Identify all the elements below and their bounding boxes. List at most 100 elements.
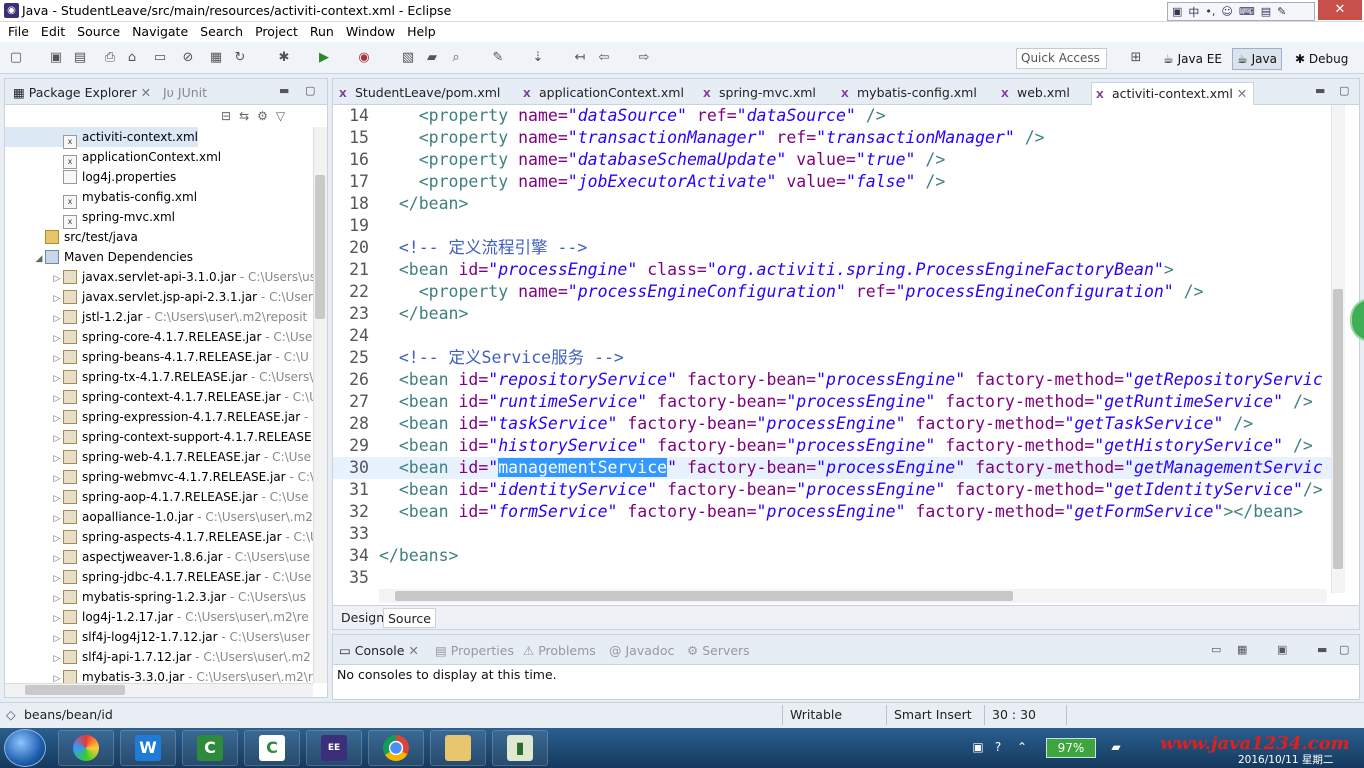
tray-help-icon[interactable]: ? [990, 740, 1006, 756]
taskbar-app-recorder[interactable]: ▮ [492, 730, 548, 766]
tree-item[interactable]: src/test/java [5, 227, 138, 247]
code-area[interactable]: 14 <property name="dataSource" ref="data… [333, 105, 1331, 593]
close-tab-icon[interactable]: ✕ [1237, 86, 1247, 101]
tab-servers[interactable]: ⚙ Servers [685, 641, 752, 661]
code-line[interactable]: 22 <property name="processEngineConfigur… [333, 281, 1331, 303]
expand-arrow-icon[interactable]: ▷ [51, 429, 63, 449]
expand-arrow-icon[interactable]: ▷ [51, 369, 63, 389]
perspective-java-ee[interactable]: ☕ Java EE [1158, 48, 1227, 70]
code-line[interactable]: 31 <bean id="identityService" factory-be… [333, 479, 1331, 501]
code-line[interactable]: 20 <!-- 定义流程引擎 --> [333, 237, 1331, 259]
code-line[interactable]: 17 <property name="jobExecutorActivate" … [333, 171, 1331, 193]
menu-navigate[interactable]: Navigate [126, 22, 194, 42]
open-console-icon[interactable]: ▦ [1237, 644, 1249, 656]
code-line[interactable]: 25 <!-- 定义Service服务 --> [333, 347, 1331, 369]
tree-item[interactable]: x applicationContext.xml [5, 147, 221, 169]
expand-arrow-icon[interactable]: ▷ [51, 549, 63, 569]
editor-tab-pom[interactable]: X StudentLeave/pom.xml [335, 82, 506, 104]
link-editor-icon[interactable]: ⇆ [239, 109, 257, 123]
expand-arrow-icon[interactable]: ▷ [51, 309, 63, 329]
code-line[interactable]: 23 </bean> [333, 303, 1331, 325]
expand-arrow-icon[interactable]: ◢ [33, 249, 45, 269]
expand-arrow-icon[interactable]: ▷ [51, 609, 63, 629]
menu-window[interactable]: Window [340, 22, 401, 42]
tree-item[interactable]: ▷ javax.servlet.jsp-api-2.3.1.jar - C:\Us… [5, 287, 313, 307]
tab-javadoc[interactable]: @ Javadoc [607, 641, 676, 661]
tree-horizontal-scroll-thumb[interactable] [25, 685, 125, 695]
expand-arrow-icon[interactable]: ▷ [51, 349, 63, 369]
expand-arrow-icon[interactable]: ▷ [51, 669, 63, 683]
minimize-icon[interactable]: ▬ [279, 85, 291, 97]
tab-problems[interactable]: ⚠ Problems [521, 641, 598, 661]
perspective-debug[interactable]: ✱ Debug [1290, 48, 1353, 70]
code-line[interactable]: 28 <bean id="taskService" factory-bean="… [333, 413, 1331, 435]
ime-toolbar[interactable]: ▣ 中 •, ☺ ⌨ ▤ ✎ [1167, 2, 1315, 21]
perspective-java[interactable]: ☕ Java [1232, 48, 1282, 70]
print-icon[interactable]: ⎙ [102, 50, 118, 66]
tree-item[interactable]: ▷ spring-jdbc-4.1.7.RELEASE.jar - C:\Use [5, 567, 311, 587]
taskbar-app-explorer[interactable] [430, 730, 486, 766]
new-package-icon[interactable]: ▧ [400, 50, 416, 66]
display-console-icon[interactable]: ▭ [1211, 644, 1223, 656]
debug-icon[interactable]: ✱ [276, 50, 292, 66]
ime-punct-icon[interactable]: •, [1205, 5, 1215, 18]
code-line[interactable]: 15 <property name="transactionManager" r… [333, 127, 1331, 149]
tree-item[interactable]: ▷ slf4j-log4j12-1.7.12.jar - C:\Users\use… [5, 627, 310, 647]
tree-item[interactable]: ▷ spring-web-4.1.7.RELEASE.jar - C:\Use [5, 447, 311, 467]
code-line[interactable]: 26 <bean id="repositoryService" factory-… [333, 369, 1331, 391]
ime-language-label[interactable]: 中 [1188, 4, 1199, 20]
expand-arrow-icon[interactable]: ▷ [51, 489, 63, 509]
tab-properties[interactable]: ▤ Properties [433, 641, 516, 661]
tray-network-icon[interactable]: ▰ [1108, 740, 1124, 756]
expand-arrow-icon[interactable]: ▷ [51, 389, 63, 409]
open-type-icon[interactable]: ⌂ [124, 50, 140, 66]
open-perspective-icon[interactable]: ⊞ [1128, 50, 1144, 66]
tab-design[interactable]: Design [337, 608, 388, 628]
tree-item[interactable]: ▷ aopalliance-1.0.jar - C:\Users\user\.m2 [5, 507, 313, 527]
editor-tab-applicationcontext[interactable]: XapplicationContext.xml [519, 82, 690, 104]
maximize-icon[interactable]: ▢ [1339, 644, 1351, 656]
tree-item[interactable]: ▷ aspectjweaver-1.8.6.jar - C:\Users\use [5, 547, 310, 567]
quick-access-input[interactable]: Quick Access [1016, 48, 1107, 69]
editor-tab-mybatis-config[interactable]: Xmybatis-config.xml [837, 82, 983, 104]
next-annotation-icon[interactable]: ⇣ [530, 50, 546, 66]
ime-tools-icon[interactable]: ✎ [1277, 5, 1286, 18]
code-line[interactable]: 30 <bean id="managementService" factory-… [333, 457, 1331, 479]
tree-item[interactable]: ▷ spring-aop-4.1.7.RELEASE.jar - C:\Use [5, 487, 309, 507]
editor-horizontal-scroll-thumb[interactable] [395, 591, 1013, 601]
editor-tab-spring-mvc[interactable]: Xspring-mvc.xml [699, 82, 822, 104]
tree-item[interactable]: ▷ mybatis-spring-1.2.3.jar - C:\Users\us [5, 587, 306, 607]
tree-item[interactable]: ◢ Maven Dependencies [5, 247, 193, 267]
code-line[interactable]: 33 [333, 523, 1331, 545]
tray-expand-icon[interactable]: ⌃ [1014, 740, 1030, 756]
expand-arrow-icon[interactable]: ▷ [51, 629, 63, 649]
code-line[interactable]: 14 <property name="dataSource" ref="data… [333, 105, 1331, 127]
code-line[interactable]: 18 </bean> [333, 193, 1331, 215]
code-line[interactable]: 27 <bean id="runtimeService" factory-bea… [333, 391, 1331, 413]
minimize-icon[interactable]: ▬ [1315, 85, 1327, 97]
expand-arrow-icon[interactable]: ▷ [51, 409, 63, 429]
expand-arrow-icon[interactable]: ▷ [51, 469, 63, 489]
code-line[interactable]: 16 <property name="databaseSchemaUpdate"… [333, 149, 1331, 171]
menu-run[interactable]: Run [304, 22, 340, 42]
close-window-button[interactable]: ✕ [1318, 0, 1362, 20]
expand-arrow-icon[interactable]: ▷ [51, 269, 63, 289]
close-tab-icon[interactable]: ✕ [408, 643, 418, 658]
code-line[interactable]: 24 [333, 325, 1331, 347]
menu-source[interactable]: Source [71, 22, 126, 42]
refresh-icon[interactable]: ↻ [232, 50, 248, 66]
minimize-icon[interactable]: ▬ [1317, 644, 1329, 656]
maximize-icon[interactable]: ▢ [1339, 85, 1351, 97]
taskbar-clock-date[interactable]: 2016/10/11 星期二 [1238, 752, 1333, 767]
tree-item[interactable]: ▷ spring-context-support-4.1.7.RELEASE [5, 427, 312, 447]
forward-icon[interactable]: ⇨ [636, 50, 652, 66]
expand-arrow-icon[interactable]: ▷ [51, 529, 63, 549]
start-button[interactable] [4, 729, 46, 767]
tree-item[interactable]: ▷ spring-context-4.1.7.RELEASE.jar - C:\U [5, 387, 313, 407]
menu-search[interactable]: Search [194, 22, 249, 42]
tree-item[interactable]: ▷ mybatis-3.3.0.jar - C:\Users\user\.m2\r [5, 667, 313, 683]
taskbar-app-camtasia[interactable]: C [182, 730, 238, 766]
save-icon[interactable]: ▣ [48, 50, 64, 66]
save-all-icon[interactable]: ▤ [72, 50, 88, 66]
code-line[interactable]: 34 </beans> [333, 545, 1331, 567]
